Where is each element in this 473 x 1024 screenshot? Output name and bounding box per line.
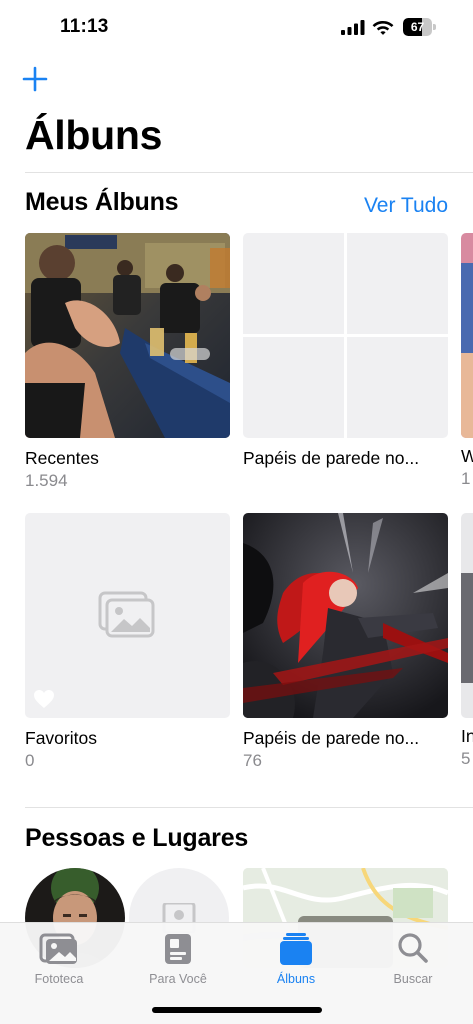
tab-label: Buscar <box>393 972 433 986</box>
album-partial-count: 1 <box>461 469 471 488</box>
tab-albuns[interactable]: Álbuns <box>246 931 346 986</box>
for-you-icon <box>165 934 191 964</box>
cellular-signal-icon <box>341 20 365 35</box>
my-albums-title: Meus Álbuns <box>25 188 179 216</box>
album-name: Papéis de parede no... <box>243 728 420 748</box>
album-name: Papéis de parede no... <box>243 448 420 468</box>
tab-label: Fototeca <box>34 972 84 986</box>
wallpaper-artwork <box>243 513 448 718</box>
album-thumbnail-empty <box>25 513 230 718</box>
album-partial-1[interactable] <box>461 233 473 438</box>
albums-icon <box>280 933 312 965</box>
album-recentes[interactable]: Recentes 1.594 <box>25 233 230 491</box>
album-thumbnail <box>243 513 448 718</box>
tab-fototeca[interactable]: Fototeca <box>9 931 109 986</box>
see-all-button[interactable]: Ver Tudo <box>364 194 448 218</box>
tab-label: Álbuns <box>276 972 316 986</box>
status-bar: 11:13 67 <box>0 0 473 56</box>
photo-library-icon <box>39 933 77 964</box>
album-name: Favoritos <box>25 728 97 748</box>
tab-buscar[interactable]: Buscar <box>363 931 463 986</box>
album-wallpapers-1[interactable]: Papéis de parede no... <box>243 233 448 471</box>
album-count: 1.594 <box>25 471 68 490</box>
album-thumbnail <box>25 233 230 438</box>
album-count: 76 <box>243 751 262 770</box>
album-count: 0 <box>25 751 35 770</box>
album-favoritos[interactable]: Favoritos 0 <box>25 513 230 771</box>
battery-indicator: 67 <box>403 18 436 36</box>
title-divider <box>25 172 473 173</box>
album-wallpapers-2[interactable]: Papéis de parede no... 76 <box>243 513 448 771</box>
album-partial-count: 5 <box>461 749 471 768</box>
status-time: 11:13 <box>60 16 109 37</box>
search-icon <box>398 933 428 963</box>
album-partial-name: W <box>461 446 473 466</box>
home-indicator <box>152 1007 322 1013</box>
heart-icon <box>34 690 54 708</box>
restaurant-photo <box>25 233 230 438</box>
photo-placeholder-icon <box>98 591 155 638</box>
tab-para-voce[interactable]: Para Você <box>128 931 228 986</box>
album-partial-2[interactable] <box>461 513 473 718</box>
album-name: Recentes <box>25 448 99 468</box>
battery-percentage: 67 <box>410 20 425 34</box>
tab-label: Para Você <box>149 972 207 986</box>
add-album-button[interactable] <box>22 66 48 92</box>
album-thumbnail-grid <box>243 233 448 438</box>
people-places-title: Pessoas e Lugares <box>25 824 249 852</box>
section-divider <box>25 807 473 808</box>
album-partial-name: In <box>461 726 473 746</box>
page-title: Álbuns <box>25 112 163 158</box>
wifi-icon <box>372 21 394 35</box>
